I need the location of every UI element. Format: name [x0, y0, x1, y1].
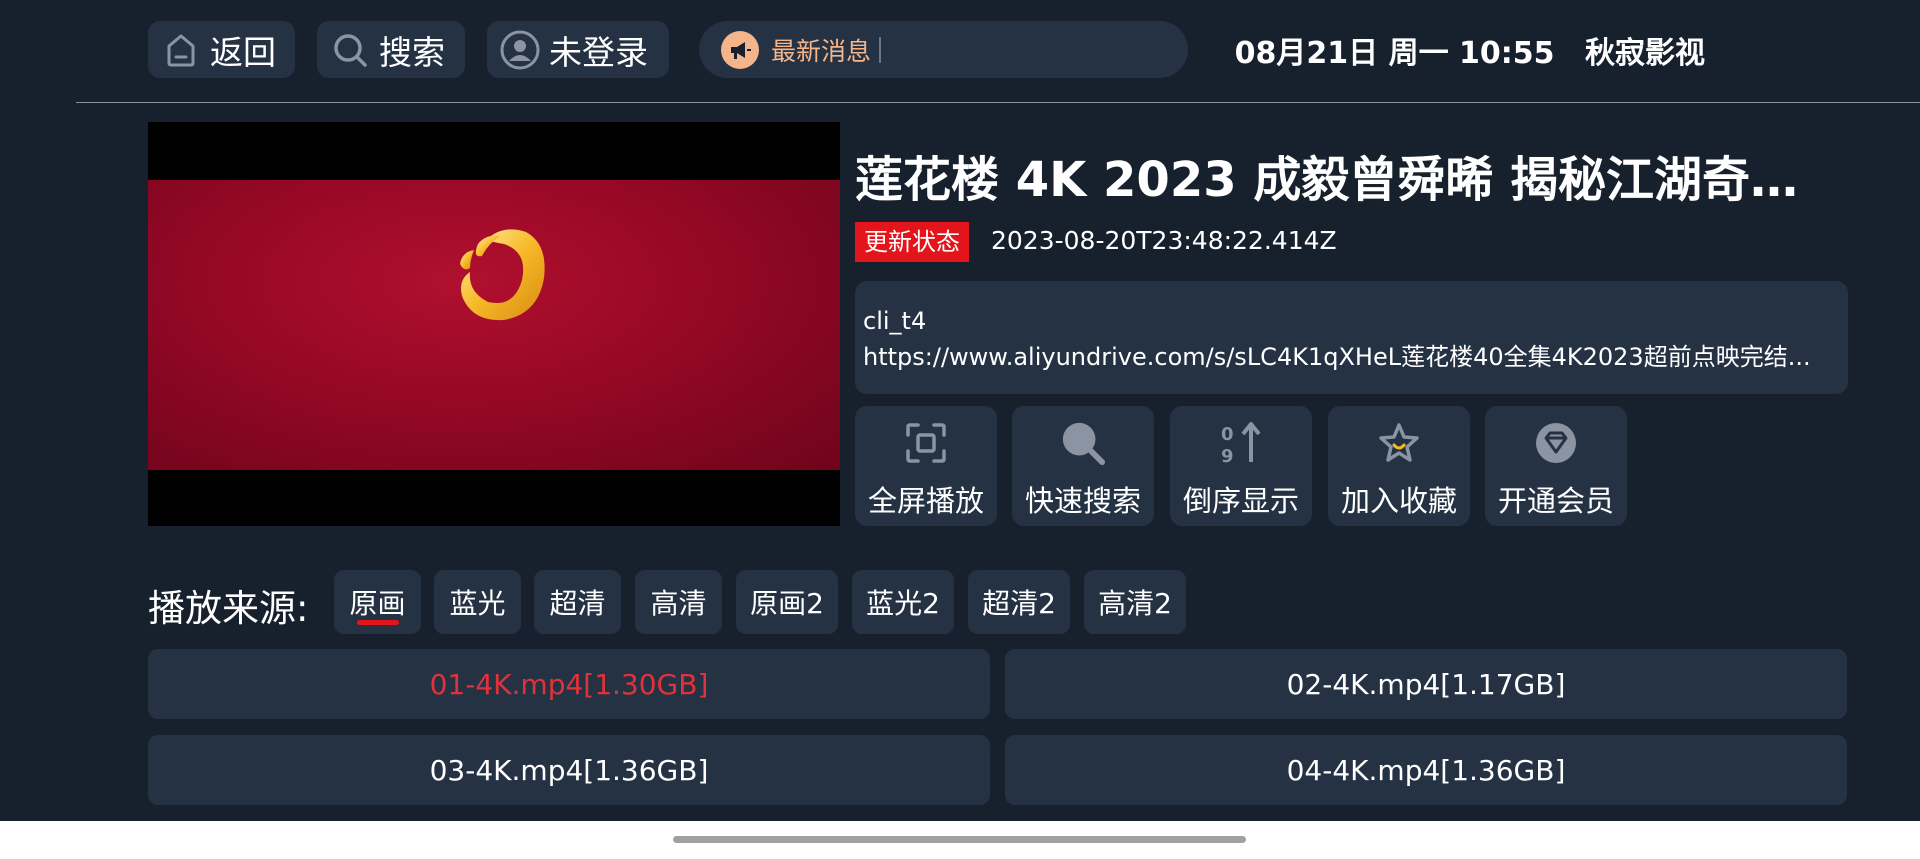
source-tab-chaoqing[interactable]: 超清	[534, 570, 621, 634]
home-icon	[160, 29, 202, 71]
fullscreen-icon	[903, 420, 949, 466]
fullscreen-label: 全屏播放	[867, 484, 984, 518]
source-label: 播放来源:	[148, 587, 309, 630]
video-title: 莲花楼 4K 2023 成毅曾舜晞 揭秘江湖奇案...	[855, 152, 1815, 208]
video-player[interactable]	[148, 122, 840, 526]
news-cursor	[879, 36, 882, 63]
login-label: 未登录	[549, 32, 648, 72]
episode-label: 03-4K.mp4[1.36GB]	[429, 753, 709, 787]
studio-logo	[460, 229, 545, 321]
update-time: 2023-08-20T23:48:22.414Z	[991, 226, 1337, 255]
login-button[interactable]: 未登录	[487, 21, 669, 78]
home-indicator-bar[interactable]	[673, 836, 1246, 843]
vip-label: 开通会员	[1497, 484, 1614, 518]
news-label: 最新消息	[771, 36, 872, 66]
episode-item[interactable]: 01-4K.mp4[1.30GB]	[148, 649, 990, 719]
source-tab-label: 原画	[349, 587, 406, 620]
source-tab-languang[interactable]: 蓝光	[434, 570, 521, 634]
episode-item[interactable]: 02-4K.mp4[1.17GB]	[1005, 649, 1847, 719]
source-tab-label: 蓝光	[449, 587, 506, 620]
star-icon	[1376, 420, 1422, 466]
source-tab-chaoqing-2[interactable]: 超清2	[968, 570, 1070, 634]
add-favorite-button[interactable]: 加入收藏	[1328, 406, 1470, 526]
header-divider	[76, 102, 1920, 103]
news-ticker[interactable]: 最新消息	[699, 21, 1188, 78]
search-label: 搜索	[379, 32, 445, 72]
add-favorite-label: 加入收藏	[1340, 484, 1457, 518]
source-tab-yuanhua-2[interactable]: 原画2	[736, 570, 838, 634]
search-button[interactable]: 搜索	[317, 21, 465, 78]
svg-text:9: 9	[1221, 446, 1234, 466]
description-line-1: cli_t4	[863, 307, 927, 335]
megaphone-icon	[721, 30, 759, 69]
svg-text:0: 0	[1221, 424, 1234, 445]
vip-membership-button[interactable]: 开通会员	[1485, 406, 1627, 526]
description-box: cli_t4 https://www.aliyundrive.com/s/sLC…	[855, 281, 1848, 394]
description-line-2: https://www.aliyundrive.com/s/sLC4K1qXHe…	[863, 343, 1811, 371]
diamond-icon	[1533, 420, 1579, 466]
datetime-text: 08月21日 周一 10:55	[1234, 36, 1555, 71]
episode-label: 02-4K.mp4[1.17GB]	[1286, 667, 1566, 701]
magnifier-icon	[1060, 420, 1106, 466]
episode-label: 04-4K.mp4[1.36GB]	[1286, 753, 1566, 787]
source-tab-label: 高清2	[1098, 587, 1172, 620]
quick-search-button[interactable]: 快速搜索	[1012, 406, 1154, 526]
video-frame	[148, 180, 840, 470]
source-tab-languang-2[interactable]: 蓝光2	[852, 570, 954, 634]
episode-item[interactable]: 04-4K.mp4[1.36GB]	[1005, 735, 1847, 805]
reverse-order-button[interactable]: 0 9 倒序显示	[1170, 406, 1312, 526]
source-tab-gaoqing-2[interactable]: 高清2	[1084, 570, 1186, 634]
reverse-order-label: 倒序显示	[1182, 484, 1299, 518]
app-name: 秋寂影视	[1585, 36, 1705, 71]
fullscreen-play-button[interactable]: 全屏播放	[855, 406, 997, 526]
source-tab-label: 蓝光2	[866, 587, 940, 620]
source-tab-label: 原画2	[750, 587, 824, 620]
source-tab-label: 超清	[549, 587, 606, 620]
source-tab-gaoqing[interactable]: 高清	[635, 570, 722, 634]
selected-underline	[356, 620, 399, 625]
user-avatar-icon	[499, 29, 541, 71]
episode-label: 01-4K.mp4[1.30GB]	[429, 667, 709, 701]
search-icon	[329, 29, 371, 71]
status-badge: 更新状态	[855, 222, 969, 262]
source-tab-label: 高清	[650, 587, 707, 620]
app-screen: 返回 搜索 未登录 最新消息 08月21日 周一 10:55 秋寂影视 莲花楼 …	[0, 0, 1920, 821]
quick-search-label: 快速搜索	[1024, 484, 1141, 518]
back-label: 返回	[210, 32, 276, 72]
back-button[interactable]: 返回	[148, 21, 295, 78]
source-tab-label: 超清2	[982, 587, 1056, 620]
source-tab-yuanhua[interactable]: 原画	[334, 570, 421, 634]
episode-item[interactable]: 03-4K.mp4[1.36GB]	[148, 735, 990, 805]
sort-reverse-icon: 0 9	[1218, 420, 1264, 466]
status-area: 08月21日 周一 10:55 秋寂影视	[1235, 28, 1705, 72]
